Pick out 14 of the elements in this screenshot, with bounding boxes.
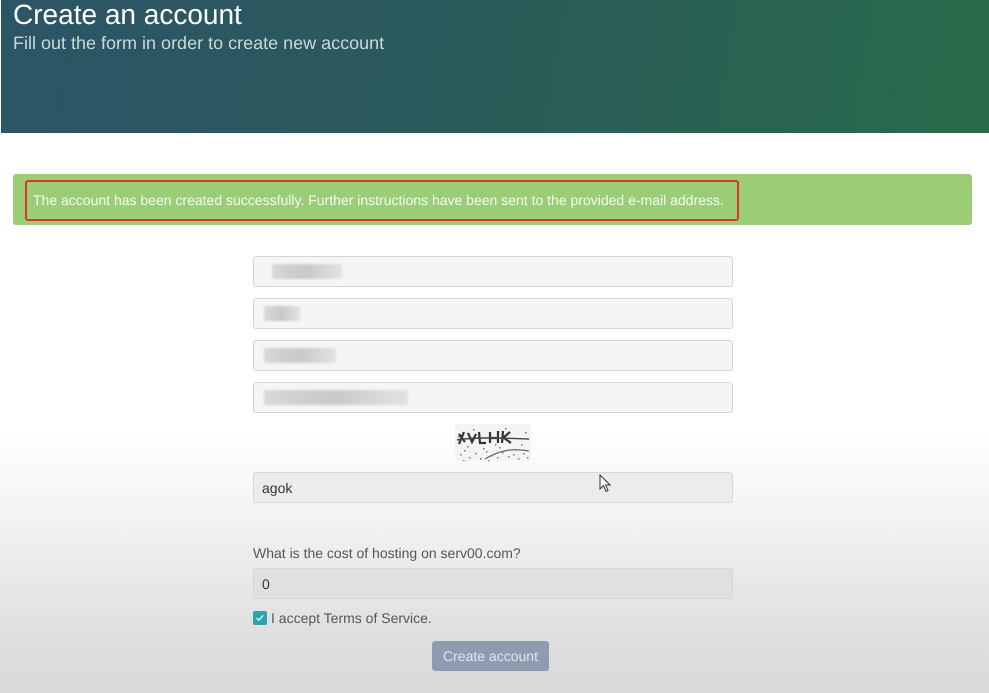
- input-field[interactable]: [253, 340, 733, 371]
- cursor-icon: [599, 474, 611, 493]
- input-field[interactable]: [253, 382, 733, 413]
- question-label: What is the cost of hosting on serv00.com?: [253, 545, 521, 562]
- terms-label: I accept Terms of Service.: [271, 610, 432, 626]
- success-message: The account has been created successfully. Further instructions have been sent to the provided e-mail address.: [33, 192, 724, 208]
- captcha-input[interactable]: agok: [253, 472, 733, 503]
- check-icon: [256, 615, 264, 621]
- page-subtitle: Fill out the form in order to create new account: [13, 33, 386, 53]
- input-field[interactable]: [253, 256, 733, 287]
- input-field[interactable]: [253, 298, 733, 329]
- answer-input[interactable]: 0: [253, 568, 733, 599]
- terms-checkbox[interactable]: [253, 611, 267, 625]
- page-title: Create an account: [13, 0, 243, 30]
